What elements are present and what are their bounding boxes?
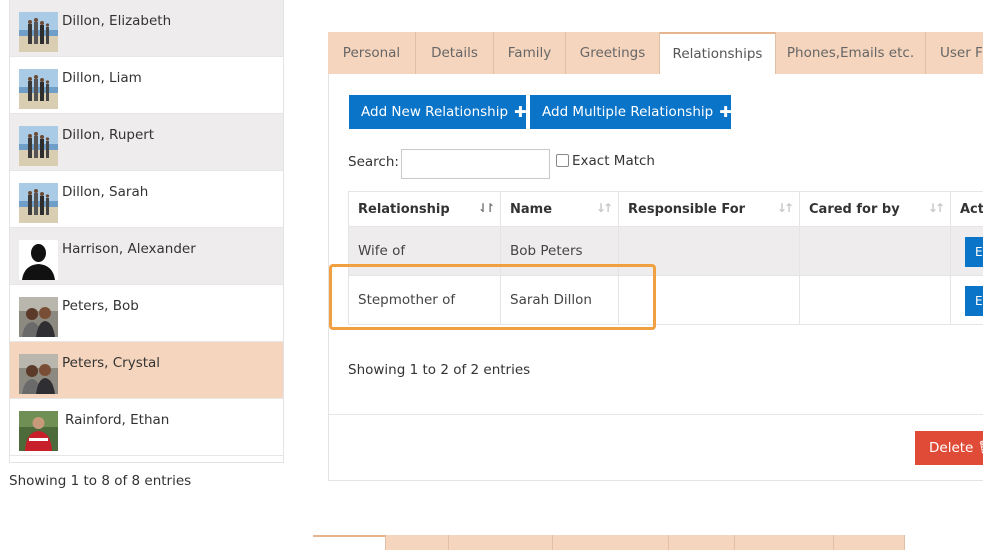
- beach-family-photo-avatar: [19, 69, 58, 109]
- bottom-tab[interactable]: [735, 535, 834, 550]
- beach-family-photo-avatar: [19, 183, 58, 223]
- cell-cared-for-by: [800, 276, 951, 325]
- exact-match-label: Exact Match: [572, 153, 655, 169]
- column-header-label: Relationship: [358, 201, 450, 217]
- person-name: Dillon, Rupert: [62, 127, 155, 143]
- silhouette-placeholder-avatar: [19, 240, 58, 280]
- person-name: Dillon, Elizabeth: [62, 13, 172, 29]
- add-multiple-relationship-button[interactable]: Add Multiple Relationship ✚: [530, 95, 732, 129]
- person-name: Harrison, Alexander: [62, 241, 196, 257]
- column-header-label: Responsible For: [628, 201, 746, 217]
- column-header-action: Actio: [951, 191, 983, 227]
- beach-family-photo-avatar: [19, 126, 58, 166]
- table-info: Showing 1 to 2 of 2 entries: [348, 362, 531, 378]
- column-header-name[interactable]: Name ↓↑: [501, 191, 619, 227]
- bottom-tab[interactable]: [669, 535, 735, 550]
- sort-icon: ↓↑: [927, 201, 945, 215]
- edit-button[interactable]: E: [965, 286, 983, 316]
- edit-button[interactable]: E: [965, 237, 983, 267]
- add-new-relationship-button[interactable]: Add New Relationship ✚: [349, 95, 527, 129]
- add-multiple-relationship-label: Add Multiple Relationship: [542, 104, 714, 120]
- person-name: Dillon, Sarah: [62, 184, 149, 200]
- column-header-responsible-for[interactable]: Responsible For ↓↑: [619, 191, 800, 227]
- bottom-tab[interactable]: [834, 535, 905, 550]
- person-row[interactable]: Dillon, Sarah: [10, 171, 283, 228]
- column-header-label: Name: [510, 201, 553, 217]
- panel-divider: [329, 414, 983, 415]
- person-row[interactable]: Peters, Bob: [10, 285, 283, 342]
- column-header-label: Cared for by: [809, 201, 900, 217]
- person-row[interactable]: Dillon, Liam: [10, 57, 283, 114]
- bottom-tab[interactable]: [449, 535, 553, 550]
- list-footer-info: Showing 1 to 8 of 8 entries: [9, 473, 192, 489]
- person-name: Rainford, Ethan: [65, 412, 170, 428]
- person-name: Dillon, Liam: [62, 70, 142, 86]
- delete-label: Delete: [929, 440, 974, 456]
- person-name: Peters, Bob: [62, 298, 139, 314]
- sort-icon: ↓↑: [776, 201, 794, 215]
- person-red-sweater-photo-avatar: [19, 411, 58, 451]
- tab-details[interactable]: Details: [416, 32, 494, 74]
- person-row[interactable]: Dillon, Rupert: [10, 114, 283, 171]
- bottom-tab-bar: [313, 535, 905, 550]
- column-header-label: Actio: [960, 201, 983, 217]
- beach-family-photo-avatar: [19, 12, 58, 52]
- bottom-tab[interactable]: [553, 535, 669, 550]
- add-new-relationship-label: Add New Relationship: [361, 104, 509, 120]
- tab-greetings[interactable]: Greetings: [566, 32, 660, 74]
- person-row[interactable]: Dillon, Elizabeth: [10, 0, 283, 57]
- tab-relationships[interactable]: Relationships: [660, 32, 776, 74]
- tab-personal[interactable]: Personal: [328, 32, 416, 74]
- delete-button[interactable]: Delete 🗑: [915, 431, 983, 465]
- person-row-selected[interactable]: Peters, Crystal: [10, 342, 283, 399]
- bottom-tab[interactable]: [386, 535, 449, 550]
- person-list: Dillon, Elizabeth Dillon, Liam Dillon, R…: [9, 0, 284, 463]
- search-label: Search:: [348, 154, 399, 170]
- sort-asc-icon: ⇃↾: [477, 201, 495, 215]
- search-input[interactable]: [401, 149, 550, 179]
- couple-photo-avatar: [19, 354, 58, 394]
- plus-icon: ✚: [514, 103, 527, 121]
- exact-match-checkbox[interactable]: [556, 154, 569, 167]
- tab-user-fields[interactable]: User F: [926, 32, 983, 74]
- cell-cared-for-by: [800, 227, 951, 276]
- trash-icon: 🗑: [977, 440, 983, 456]
- tab-family[interactable]: Family: [494, 32, 566, 74]
- person-row[interactable]: Rainford, Ethan: [10, 399, 283, 456]
- couple-photo-avatar: [19, 297, 58, 337]
- person-name: Peters, Crystal: [62, 355, 161, 371]
- person-row[interactable]: Harrison, Alexander: [10, 228, 283, 285]
- highlight-annotation-box: [329, 264, 656, 330]
- column-header-cared-for-by[interactable]: Cared for by ↓↑: [800, 191, 951, 227]
- tab-phones-emails[interactable]: Phones,Emails etc.: [776, 32, 926, 74]
- tab-bar: Personal Details Family Greetings Relati…: [328, 32, 983, 74]
- sort-icon: ↓↑: [595, 201, 613, 215]
- column-header-relationship[interactable]: Relationship ⇃↾: [348, 191, 501, 227]
- bottom-tab[interactable]: [313, 535, 386, 550]
- plus-icon: ✚: [719, 103, 732, 121]
